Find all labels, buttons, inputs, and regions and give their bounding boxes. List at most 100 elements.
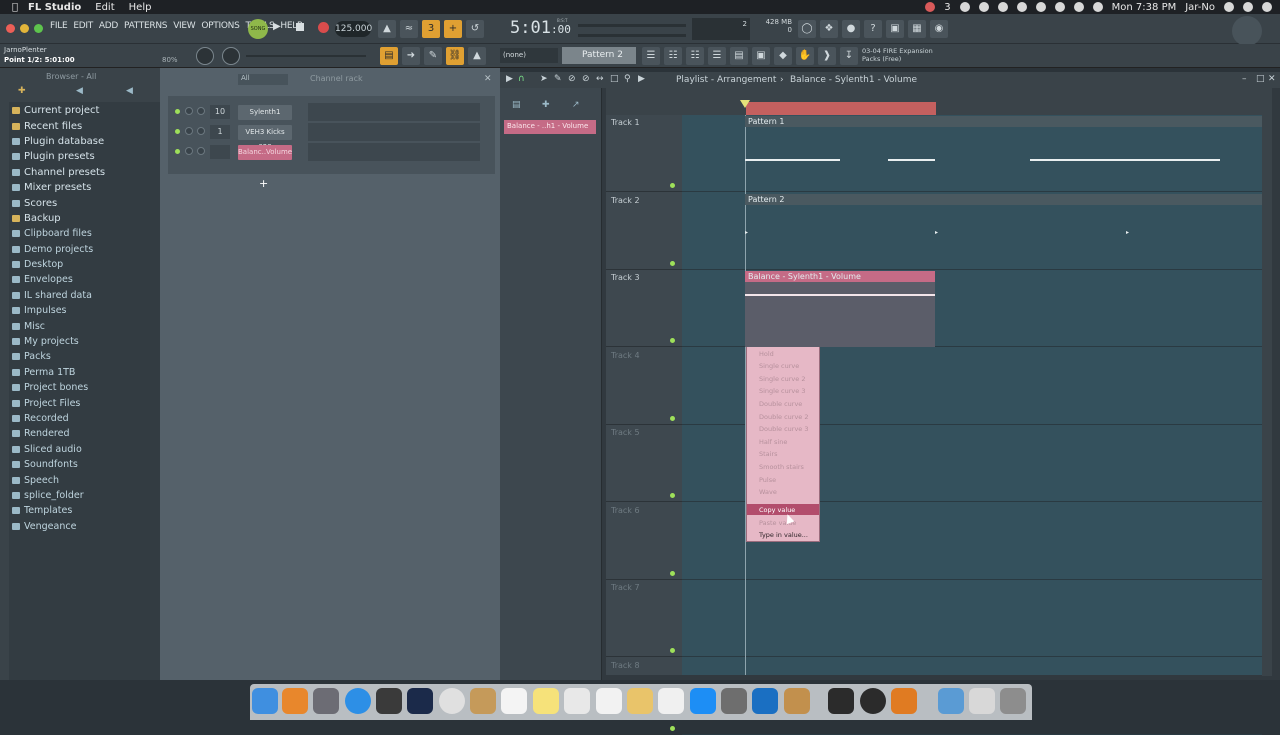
track-enable-led[interactable] [670,648,675,653]
playlist-clip[interactable]: Pattern 2 ▸ ▸ ▸ [745,193,1262,270]
playlist-clip[interactable]: Balance - Sylenth1 - Volume [745,270,935,347]
online-icon[interactable]: ◯ [798,20,816,38]
itunes-icon[interactable] [658,688,684,714]
channel-number[interactable]: 10 [210,105,230,119]
song-marker[interactable] [746,102,936,115]
picker-auto-icon[interactable]: ↗ [572,100,580,110]
browser-item[interactable]: Misc [9,318,160,333]
step-sequencer[interactable] [308,123,480,141]
fl-studio-icon[interactable] [282,688,308,714]
sync-icon[interactable] [978,2,989,12]
pointer-icon[interactable]: ➤ [540,74,548,84]
zoom-window-icon[interactable] [34,24,43,33]
archive-icon[interactable] [784,688,810,714]
menu-options[interactable]: OPTIONS [201,21,239,31]
playlist-view-icon[interactable]: ▤ [380,47,398,65]
playlist-clip[interactable]: Pattern 1 [745,115,1262,192]
track-enable-led[interactable] [670,725,675,731]
delete-tool-icon[interactable]: ⊘ [568,74,576,84]
finder-icon[interactable] [252,688,278,714]
track-enable-led[interactable] [670,570,675,576]
browser-item[interactable]: splice_folder [9,488,160,503]
song-mode-toggle[interactable]: SONG [248,19,268,39]
pan-knob[interactable] [185,127,193,135]
system-preferences-icon[interactable] [721,688,747,714]
playhead-icon[interactable] [740,100,750,108]
browser-item[interactable]: Packs [9,349,160,364]
browser-back-icon[interactable]: ✚ [18,86,26,96]
chat-icon[interactable]: ◉ [930,20,948,38]
browser-item[interactable]: Desktop [9,257,160,272]
siri-icon[interactable] [1243,2,1253,12]
channel-number[interactable] [210,145,230,159]
channel-name-button[interactable]: Balanc..Volume [238,145,292,160]
wrench-icon[interactable]: ❖ [820,20,838,38]
mute-led[interactable] [175,129,180,134]
app-store-icon[interactable] [690,688,716,714]
record-button[interactable] [318,22,329,33]
rack-close-icon[interactable]: ✕ [484,74,492,84]
paint-icon[interactable]: ✎ [554,74,562,84]
menu-view[interactable]: VIEW [173,21,196,31]
bluetooth-icon[interactable] [1016,2,1027,12]
playback-tool-icon[interactable]: ▶ [638,74,645,84]
channel-name-button[interactable]: Sylenth1 [238,105,292,120]
status-icon[interactable] [925,2,936,12]
save-icon[interactable]: ▣ [886,20,904,38]
picker-audio-icon[interactable]: ✚ [542,100,550,110]
mute-led[interactable] [175,109,180,114]
close-window-icon[interactable] [6,24,15,33]
apple-icon[interactable]:  [12,2,18,13]
eject-icon[interactable] [1054,2,1065,12]
step-sequencer[interactable] [308,143,480,161]
clip-header[interactable]: Pattern 1 [745,116,1262,127]
menu-patterns[interactable]: PATTERNS [124,21,167,31]
playlist-maximize-icon[interactable]: □ [1256,74,1265,84]
stop-button[interactable] [296,23,304,31]
browser-item[interactable]: IL shared data [9,288,160,303]
volume-knob[interactable] [222,47,240,65]
browser-item[interactable]: Recent files [9,118,160,133]
browser-item[interactable]: Demo projects [9,242,160,257]
safari-icon[interactable] [345,688,371,714]
reminders-icon[interactable] [564,688,590,714]
track-lane[interactable] [682,580,1262,657]
track-enable-led[interactable] [670,338,675,343]
track-header[interactable]: Track 7 [606,580,682,657]
microphone-icon[interactable]: ● [842,20,860,38]
plugin-picker-icon[interactable]: ▣ [752,47,770,65]
app-menu[interactable]: FL Studio [28,2,81,13]
volume-icon[interactable] [1073,2,1084,12]
browser-item[interactable]: Clipboard files [9,226,160,241]
menu-file[interactable]: FILE [50,21,68,31]
loop-record-icon[interactable]: ↺ [466,20,484,38]
clip-header[interactable]: Balance - Sylenth1 - Volume [745,271,935,282]
master-pitch-slider[interactable] [578,34,686,37]
piano-roll-icon[interactable]: ☷ [664,47,682,65]
channel-rack-icon[interactable]: ☷ [686,47,704,65]
textedit-icon[interactable] [596,688,622,714]
spotlight-icon[interactable] [1224,2,1234,12]
playlist-tool-icon[interactable]: ▶ [506,74,513,84]
playlist-minimize-icon[interactable]: – [1242,74,1247,84]
calendar-icon[interactable] [501,688,527,714]
browser-icon[interactable]: ▤ [730,47,748,65]
snap-select[interactable]: (none) [500,48,558,63]
track-enable-led[interactable] [670,260,675,266]
trash-icon[interactable] [1000,688,1026,714]
menubar-clock[interactable]: Mon 7:38 PM [1112,2,1177,13]
link-icon[interactable]: ⛓ [446,47,464,65]
menu-edit-fl[interactable]: EDIT [73,21,93,31]
browser-item[interactable]: Scores [9,195,160,210]
track-header[interactable]: Track 4 [606,348,682,425]
picker-clip[interactable]: Balance - ..h1 - Volume [504,120,596,134]
plugin-icon[interactable]: ◆ [774,47,792,65]
touch-icon[interactable]: ✋ [796,47,814,65]
minimize-window-icon[interactable] [20,24,29,33]
magnet-icon[interactable]: ∩ [518,74,525,84]
wifi-icon[interactable] [1035,2,1046,12]
track-header[interactable]: Track 2 [606,193,682,270]
browser-item[interactable]: Mixer presets [9,180,160,195]
mute-led[interactable] [175,149,180,154]
download-icon[interactable]: ↧ [840,47,858,65]
